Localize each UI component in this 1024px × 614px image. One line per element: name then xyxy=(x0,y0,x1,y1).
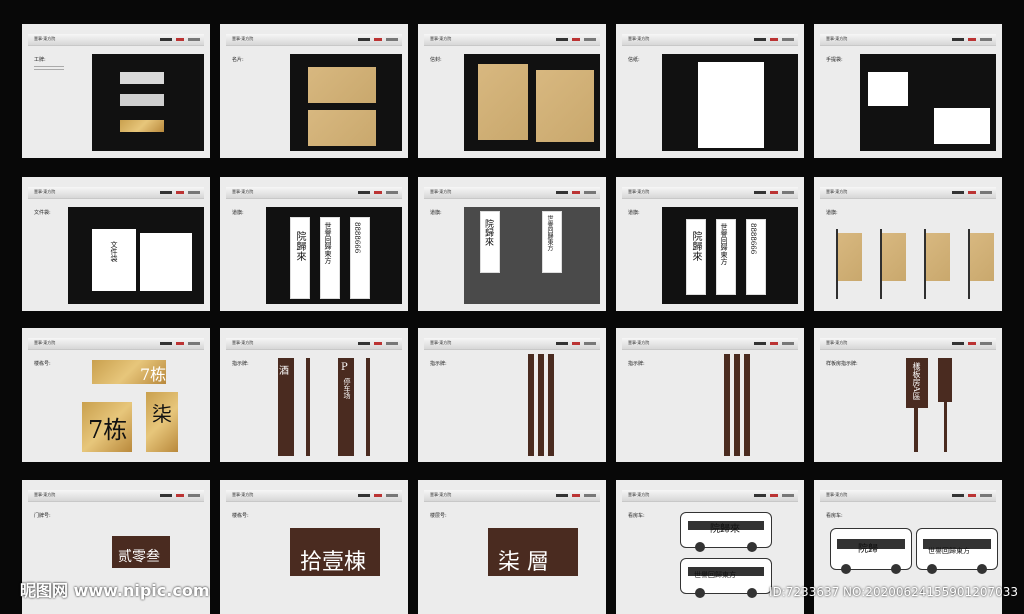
id-tag: ID:7233637 NO:20200624155901207033 xyxy=(768,585,1018,599)
card-filebag[interactable]: 壹事·東方院 文件袋: 文件袋 xyxy=(22,177,210,311)
thumbnail-grid: 壹事·東方院 工牌: 壹事·東方院 名片: 壹事·東方院 信封: 壹事·東方院 … xyxy=(0,0,1024,614)
card-envelope[interactable]: 壹事·東方院 信封: xyxy=(418,24,606,158)
card-bag[interactable]: 壹事·東方院 手提袋: xyxy=(814,24,1002,158)
card-flags-4[interactable]: 壹事·東方院 道旗: xyxy=(814,177,1002,311)
card-businesscard[interactable]: 壹事·東方院 名片: xyxy=(220,24,408,158)
card-flags-1[interactable]: 壹事·東方院 道旗: 院歸來 世譽回歸東方 8888666 xyxy=(220,177,408,311)
card-flags-3[interactable]: 壹事·東方院 道旗: 院歸來 世譽回歸東方 8888666 xyxy=(616,177,804,311)
watermark-text: 昵图网 www.nipic.com xyxy=(20,581,210,600)
card-building-number[interactable]: 壹事·東方院 楼栋号: 7栋 7栋 柒 xyxy=(22,328,210,462)
card-floor-number[interactable]: 壹事·東方院 楼层号: 柒 層 xyxy=(418,480,606,614)
card-sign-2[interactable]: 壹事·東方院 指示牌: xyxy=(418,328,606,462)
card-sign-1[interactable]: 壹事·東方院 指示牌: 酒 P 停车场 xyxy=(220,328,408,462)
card-flags-2[interactable]: 壹事·東方院 道旗: 院歸來 世譽回歸東方 xyxy=(418,177,606,311)
card-badge[interactable]: 壹事·東方院 工牌: xyxy=(22,24,210,158)
card-letterhead[interactable]: 壹事·東方院 信纸: xyxy=(616,24,804,158)
card-floor-building[interactable]: 壹事·東方院 楼栋号: 拾壹棟 xyxy=(220,480,408,614)
card-sign-3[interactable]: 壹事·東方院 指示牌: xyxy=(616,328,804,462)
card-showroom-sign[interactable]: 壹事·東方院 样板房指示牌: 樣板房A區 xyxy=(814,328,1002,462)
